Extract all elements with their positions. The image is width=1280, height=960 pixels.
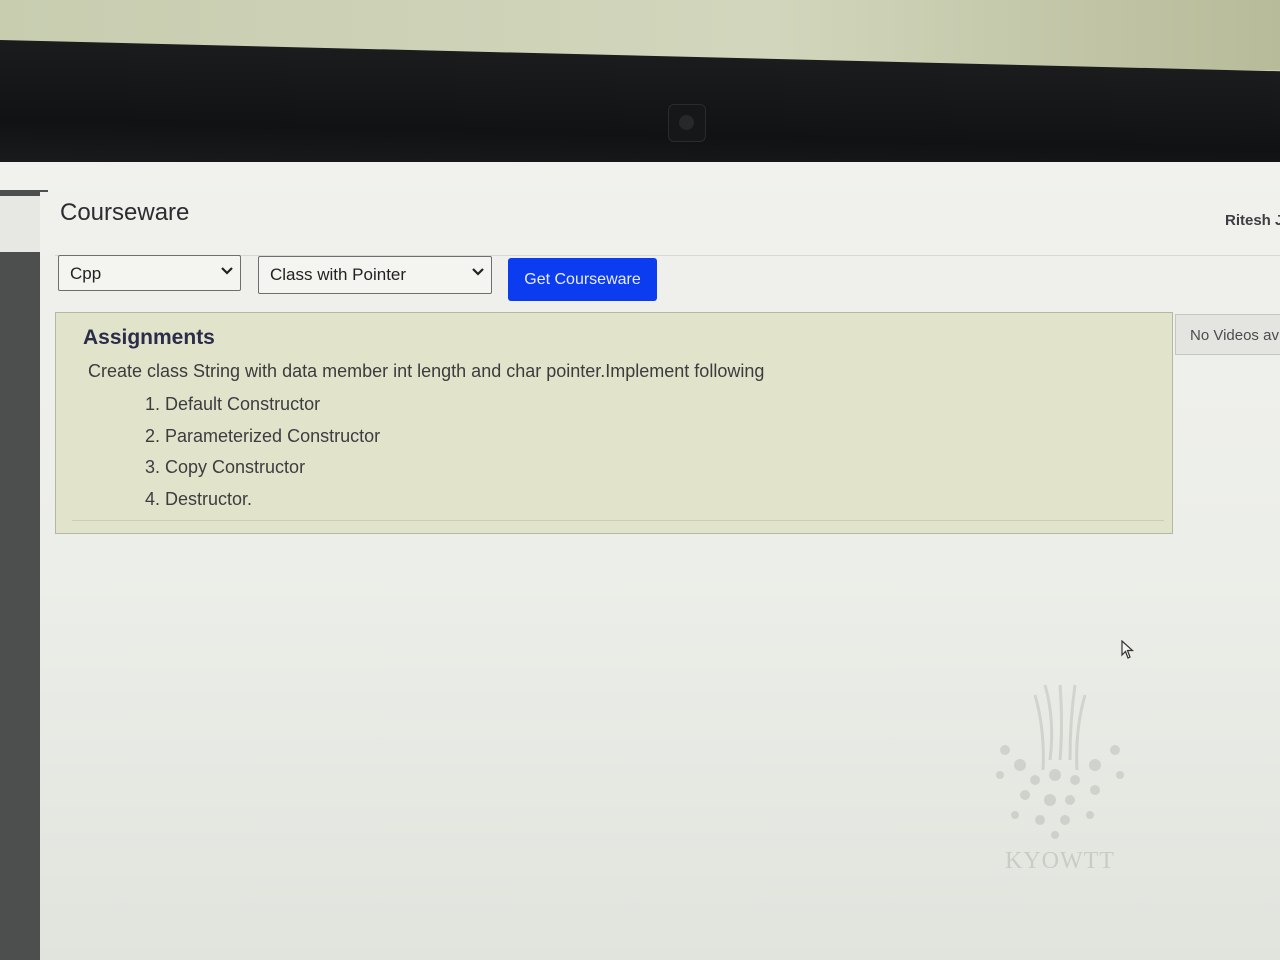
videos-panel: No Videos av (1175, 314, 1280, 355)
user-name[interactable]: Ritesh J (1225, 212, 1280, 229)
panel-divider (72, 520, 1164, 521)
language-select[interactable]: Cpp (58, 255, 241, 291)
topic-select-value: Class with Pointer (270, 265, 407, 284)
get-courseware-button[interactable]: Get Courseware (508, 258, 657, 301)
watermark-text: KYOWTT (1005, 848, 1115, 874)
list-item: 1. Default Constructor (145, 394, 321, 414)
chevron-down-icon (221, 265, 233, 279)
language-select-value: Cpp (70, 264, 102, 283)
assignment-list: 1. Default Constructor 2. Parameterized … (145, 392, 380, 518)
list-item: 4. Destructor. (145, 488, 253, 509)
sidebar-top-block (0, 196, 42, 252)
mouse-cursor-icon (1121, 639, 1135, 665)
list-item: 2. Parameterized Constructor (145, 425, 381, 446)
assignment-description: Create class String with data member int… (88, 361, 765, 381)
webcam-icon (668, 104, 706, 142)
list-item: 3. Copy Constructor (145, 457, 306, 477)
assignments-heading: Assignments (83, 326, 215, 349)
chevron-down-icon (472, 266, 484, 280)
no-videos-text: No Videos av (1190, 327, 1279, 344)
topic-select[interactable]: Class with Pointer (258, 256, 492, 294)
page-title: Courseware (60, 199, 190, 226)
